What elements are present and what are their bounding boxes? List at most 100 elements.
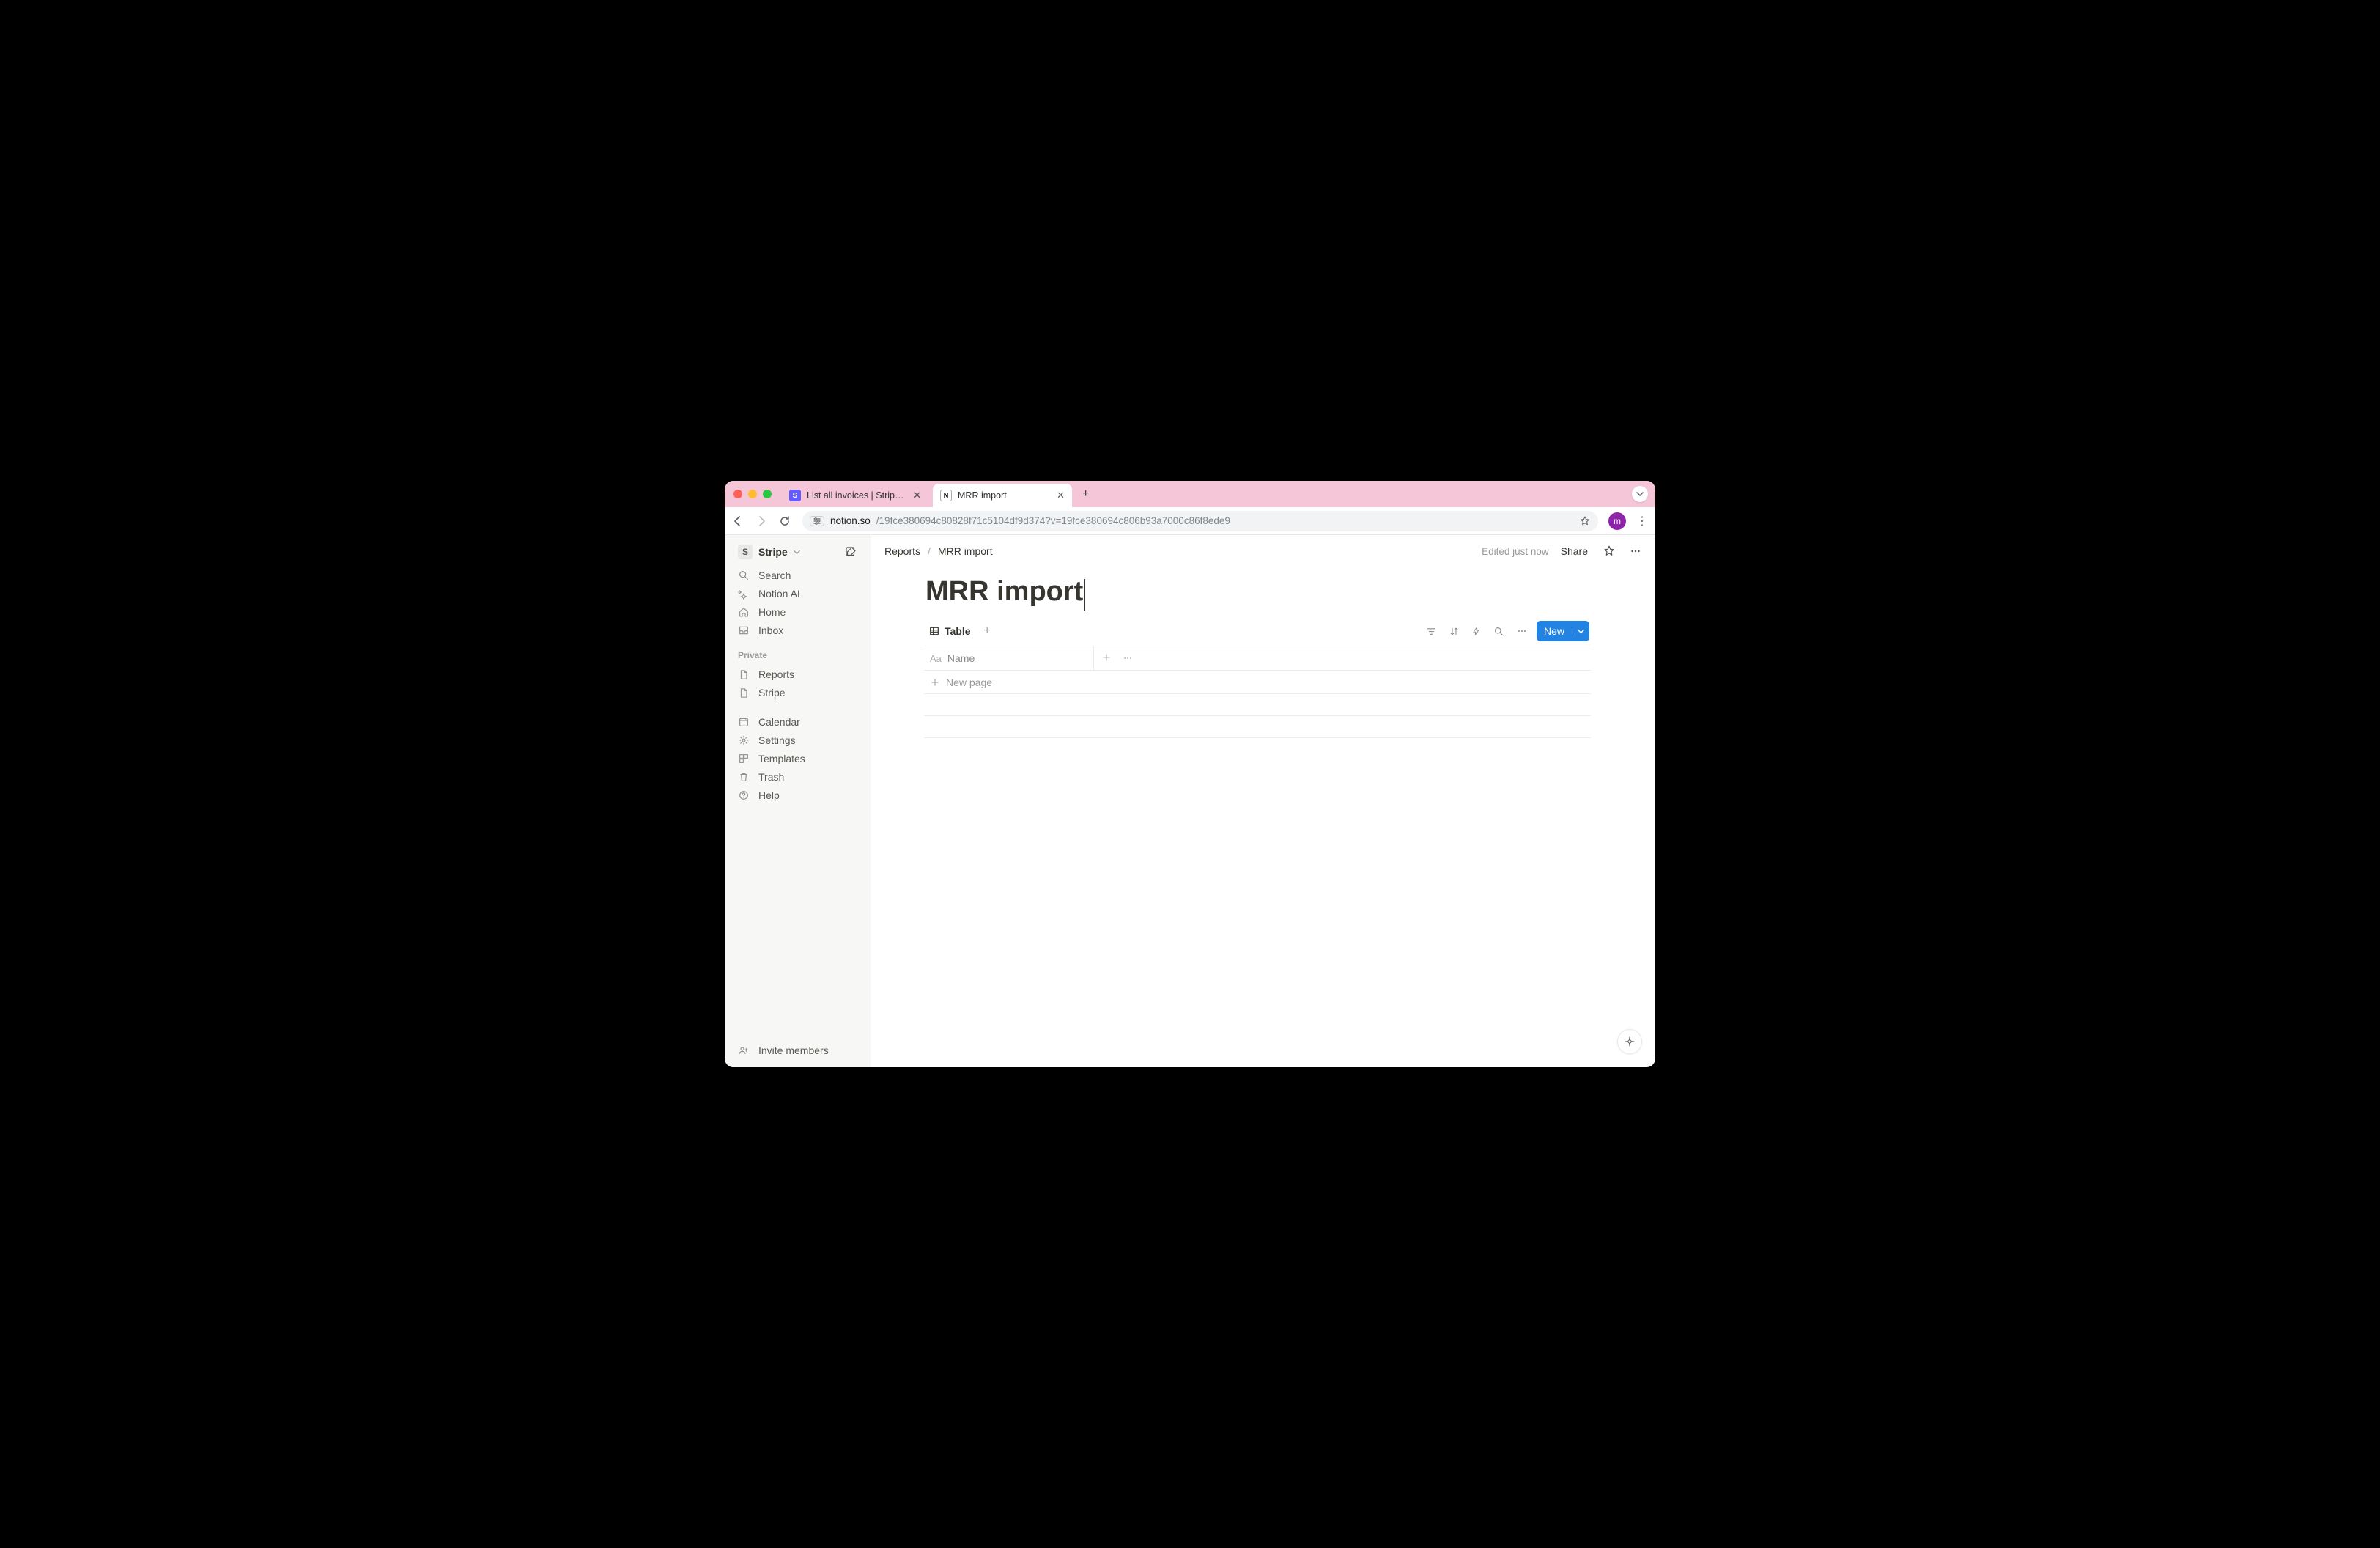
share-button[interactable]: Share	[1556, 542, 1592, 560]
add-column-button[interactable]	[1101, 652, 1112, 664]
back-button[interactable]	[732, 515, 745, 527]
inbox-icon	[738, 624, 751, 636]
people-icon	[738, 1044, 751, 1056]
breadcrumb-reports[interactable]: Reports	[882, 544, 923, 559]
page-icon	[738, 669, 751, 680]
stripe-favicon: S	[789, 490, 801, 501]
compose-icon	[844, 545, 857, 559]
page-title[interactable]: MRR import	[924, 573, 1084, 621]
sidebar-footer: Invite members	[725, 1041, 871, 1067]
sidebar-item-label: Notion AI	[758, 588, 800, 600]
url-domain: notion.so	[830, 515, 871, 526]
sidebar-item-label: Reports	[758, 668, 794, 680]
window-zoom-button[interactable]	[763, 490, 772, 498]
tabs-dropdown-button[interactable]	[1632, 486, 1648, 502]
close-icon[interactable]: ✕	[1057, 490, 1065, 501]
column-actions	[1094, 652, 1141, 664]
traffic-lights	[731, 490, 777, 498]
workspace-icon: S	[738, 545, 753, 559]
browser-menu-button[interactable]: ⋮	[1636, 514, 1648, 528]
sidebar-item-templates[interactable]: Templates	[731, 750, 865, 767]
column-header-name[interactable]: Aa Name	[924, 646, 1094, 670]
page-topbar: Reports / MRR import Edited just now Sha…	[871, 535, 1655, 567]
address-bar[interactable]: notion.so/19fce380694c80828f71c5104df9d3…	[802, 511, 1598, 531]
sidebar: S Stripe Search Notion AI	[725, 535, 871, 1067]
column-header-label: Name	[947, 652, 975, 664]
close-icon[interactable]: ✕	[913, 490, 921, 501]
sidebar-item-label: Home	[758, 606, 786, 618]
filter-button[interactable]	[1423, 623, 1440, 640]
sidebar-item-help[interactable]: Help	[731, 786, 865, 804]
new-tab-button[interactable]: +	[1076, 487, 1095, 501]
add-view-button[interactable]: +	[980, 623, 995, 639]
sidebar-item-invite-members[interactable]: Invite members	[731, 1042, 865, 1059]
column-more-button[interactable]	[1122, 652, 1134, 664]
sidebar-page-stripe[interactable]: Stripe	[731, 684, 865, 701]
star-icon	[1603, 545, 1616, 558]
sort-icon	[1449, 626, 1460, 637]
gear-icon	[738, 734, 751, 746]
new-button-dropdown[interactable]	[1572, 628, 1589, 635]
window-minimize-button[interactable]	[748, 490, 757, 498]
sidebar-item-inbox[interactable]: Inbox	[731, 622, 865, 639]
tab-stripe-api[interactable]: S List all invoices | Stripe API R ✕	[782, 484, 928, 507]
new-button-label: New	[1537, 625, 1572, 637]
sidebar-nav: Search Notion AI Home Inbox	[725, 564, 871, 641]
url-path: /19fce380694c80828f71c5104df9d374?v=19fc…	[876, 515, 1230, 526]
sidebar-item-trash[interactable]: Trash	[731, 768, 865, 786]
new-row-button[interactable]: New	[1537, 621, 1589, 641]
lightning-icon	[1471, 626, 1482, 636]
sort-button[interactable]	[1446, 623, 1463, 640]
chevron-down-icon	[794, 549, 800, 556]
view-options-button[interactable]	[1513, 622, 1531, 640]
home-icon	[738, 606, 751, 618]
edited-status: Edited just now	[1482, 546, 1549, 557]
page-more-button[interactable]	[1626, 542, 1645, 561]
ai-assist-button[interactable]	[1617, 1029, 1642, 1054]
table-footer-row	[924, 716, 1591, 738]
browser-tabbar: S List all invoices | Stripe API R ✕ N M…	[725, 481, 1655, 507]
more-horizontal-icon	[1122, 652, 1134, 664]
search-button[interactable]	[1490, 623, 1507, 640]
profile-button[interactable]: m	[1608, 512, 1626, 530]
table-icon	[928, 625, 940, 637]
reload-button[interactable]	[779, 515, 792, 527]
sidebar-item-settings[interactable]: Settings	[731, 731, 865, 749]
sidebar-item-home[interactable]: Home	[731, 603, 865, 621]
sidebar-private-pages: Reports Stripe	[725, 663, 871, 704]
plus-icon	[930, 677, 940, 688]
view-tab-table[interactable]: Table	[925, 622, 974, 640]
sidebar-item-calendar[interactable]: Calendar	[731, 713, 865, 731]
sidebar-item-label: Search	[758, 570, 791, 581]
window-close-button[interactable]	[733, 490, 742, 498]
sidebar-page-reports[interactable]: Reports	[731, 666, 865, 683]
sidebar-utility: Calendar Settings Templates Trash Help	[725, 711, 871, 806]
forward-button[interactable]	[755, 515, 769, 527]
bookmark-button[interactable]	[1579, 515, 1591, 527]
breadcrumb-current[interactable]: MRR import	[935, 544, 996, 559]
new-page-button[interactable]	[844, 545, 857, 559]
sidebar-item-label: Templates	[758, 753, 805, 764]
sidebar-item-search[interactable]: Search	[731, 567, 865, 584]
trash-icon	[738, 771, 751, 783]
sidebar-item-label: Stripe	[758, 687, 786, 699]
automation-button[interactable]	[1468, 623, 1485, 639]
new-page-row[interactable]: New page	[924, 671, 1591, 694]
sidebar-item-label: Inbox	[758, 624, 783, 636]
favorite-button[interactable]	[1600, 542, 1619, 561]
arrow-right-icon	[755, 515, 767, 527]
sidebar-section-private-label: Private	[725, 641, 871, 663]
notion-favicon: N	[940, 490, 952, 501]
sparkle-icon	[738, 588, 751, 600]
chevron-down-icon	[1636, 490, 1644, 498]
sidebar-item-label: Settings	[758, 734, 796, 746]
workspace-switcher[interactable]: S Stripe	[731, 541, 865, 563]
search-icon	[1493, 626, 1504, 637]
site-settings-icon[interactable]	[810, 516, 824, 526]
tab-notion-mrr[interactable]: N MRR import ✕	[933, 484, 1072, 507]
sidebar-item-notion-ai[interactable]: Notion AI	[731, 585, 865, 602]
new-page-label: New page	[946, 677, 992, 688]
tab-title: MRR import	[958, 490, 1051, 501]
notion-app: S Stripe Search Notion AI	[725, 535, 1655, 1067]
main-content: Reports / MRR import Edited just now Sha…	[871, 535, 1655, 1067]
